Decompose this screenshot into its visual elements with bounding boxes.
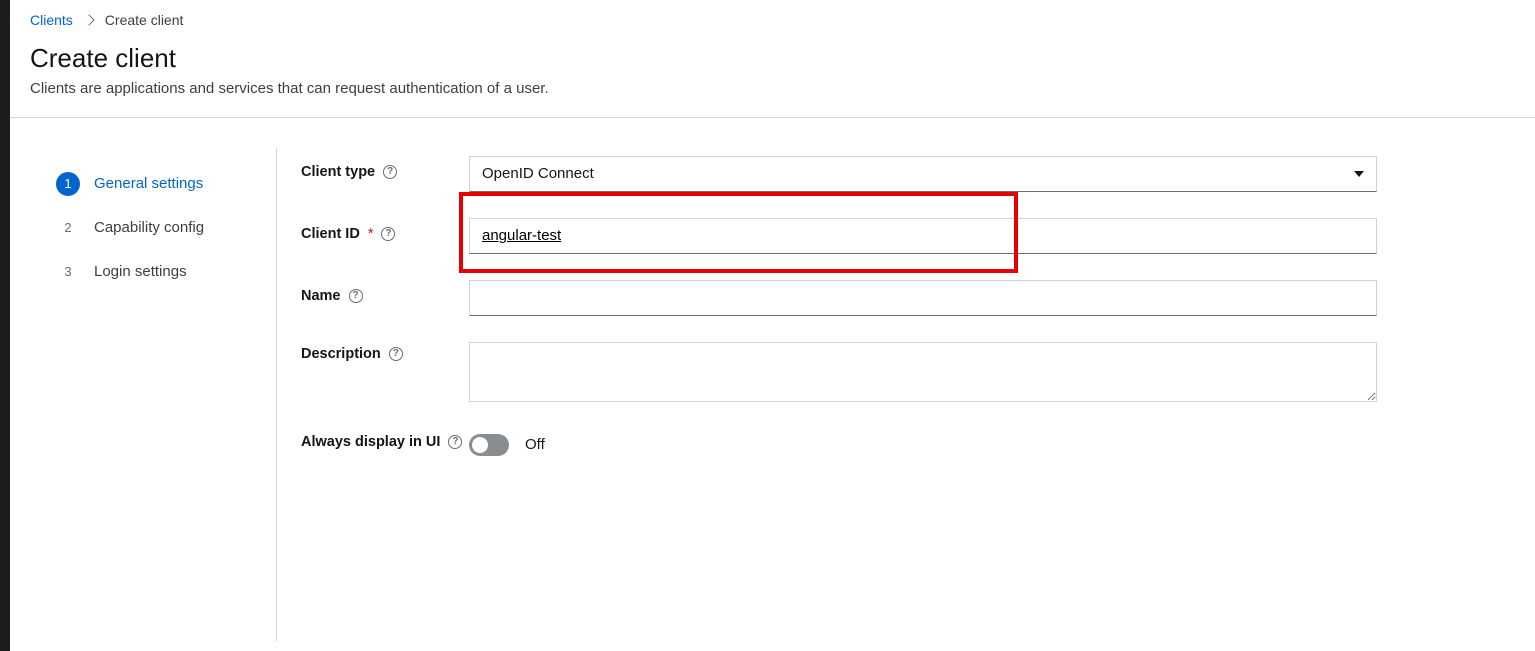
wizard-step-number: 3	[56, 260, 80, 284]
field-client-type-row: Client type OpenID Connect	[301, 156, 1377, 192]
chevron-right-icon	[83, 14, 94, 25]
wizard-step-label: Login settings	[94, 263, 187, 280]
field-label-description: Description	[301, 346, 381, 362]
client-id-input[interactable]	[469, 218, 1377, 254]
field-label-name: Name	[301, 288, 341, 304]
caret-down-icon	[1354, 171, 1364, 177]
required-star: *	[368, 226, 374, 242]
field-label-client-type: Client type	[301, 164, 375, 180]
wizard-step-label: Capability config	[94, 219, 204, 236]
client-type-selected-value: OpenID Connect	[482, 163, 594, 184]
wizard-step-label: General settings	[94, 175, 203, 192]
client-type-select[interactable]: OpenID Connect	[469, 156, 1377, 192]
help-icon[interactable]	[389, 347, 403, 361]
field-description-row: Description	[301, 342, 1377, 406]
toggle-knob	[472, 437, 488, 453]
form-general-settings: Client type OpenID Connect Client ID *	[277, 148, 1377, 641]
page: Clients Create client Create client Clie…	[10, 0, 1535, 651]
wizard-nav: 1 General settings 2 Capability config 3…	[52, 148, 277, 641]
breadcrumb-current: Create client	[105, 12, 184, 28]
always-display-toggle-state: Off	[525, 436, 545, 453]
field-client-id-row: Client ID *	[301, 218, 1377, 254]
field-label-always-display: Always display in UI	[301, 434, 440, 450]
wizard-step-number: 1	[56, 172, 80, 196]
wizard-step-number: 2	[56, 216, 80, 240]
help-icon[interactable]	[349, 289, 363, 303]
help-icon[interactable]	[448, 435, 462, 449]
page-header: Create client Clients are applications a…	[10, 34, 1535, 118]
breadcrumb-link-clients[interactable]: Clients	[30, 12, 73, 28]
breadcrumb: Clients Create client	[10, 0, 1535, 34]
left-dark-rail	[0, 0, 10, 651]
page-subtitle: Clients are applications and services th…	[30, 80, 1515, 97]
field-label-client-id: Client ID	[301, 226, 360, 242]
help-icon[interactable]	[381, 227, 395, 241]
name-input[interactable]	[469, 280, 1377, 316]
wizard-step-general-settings[interactable]: 1 General settings	[52, 162, 276, 206]
wizard-step-capability-config[interactable]: 2 Capability config	[52, 206, 276, 250]
field-name-row: Name	[301, 280, 1377, 316]
field-always-display-row: Always display in UI Off	[301, 432, 1377, 456]
description-textarea[interactable]	[469, 342, 1377, 402]
wizard-step-login-settings[interactable]: 3 Login settings	[52, 250, 276, 294]
page-title: Create client	[30, 42, 1515, 76]
help-icon[interactable]	[383, 165, 397, 179]
always-display-toggle[interactable]	[469, 434, 509, 456]
